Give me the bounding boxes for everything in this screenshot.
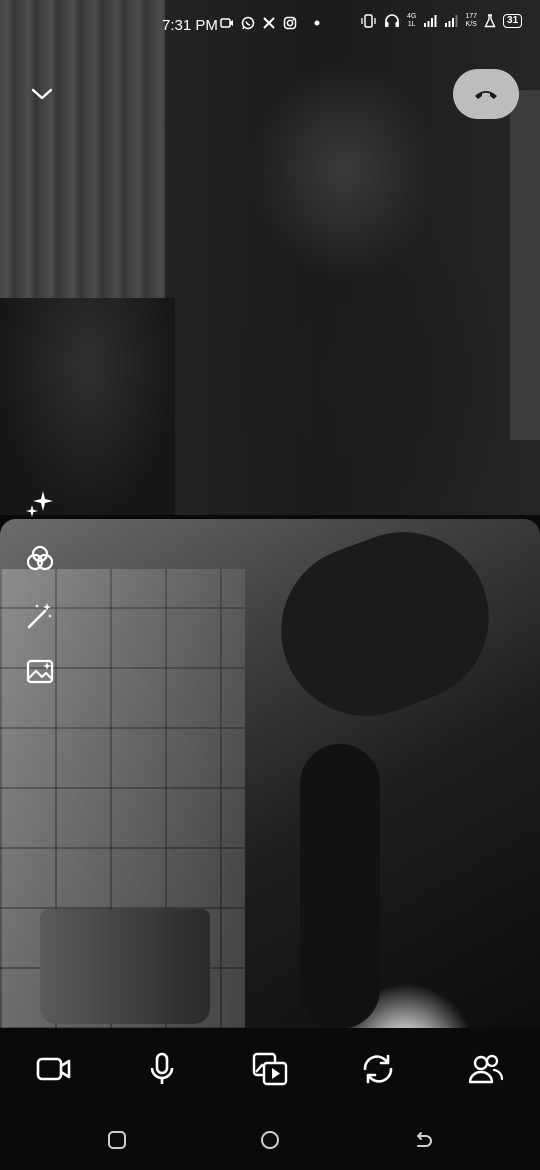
status-time: 7:31 PM bbox=[162, 17, 218, 34]
video-recorder-icon bbox=[220, 17, 234, 29]
mute-button[interactable] bbox=[137, 1044, 187, 1094]
system-navigation-bar bbox=[0, 1110, 540, 1170]
dot-icon bbox=[314, 20, 320, 26]
sofa-background bbox=[0, 298, 175, 515]
battery-icon: 31 bbox=[503, 14, 523, 28]
sparkles-icon bbox=[25, 488, 55, 518]
headphones-icon bbox=[384, 14, 400, 28]
network-type: 4G 1L bbox=[407, 13, 417, 28]
signal-icon bbox=[444, 15, 458, 27]
cooking-pot bbox=[40, 909, 210, 1024]
filters-icon bbox=[25, 544, 55, 574]
x-icon bbox=[262, 16, 276, 30]
filters-button[interactable] bbox=[22, 541, 58, 577]
share-media-button[interactable] bbox=[245, 1044, 295, 1094]
side-toolbar bbox=[22, 485, 58, 689]
home-button[interactable] bbox=[250, 1120, 290, 1160]
self-view-video-feed[interactable] bbox=[0, 519, 540, 1028]
collapse-call-button[interactable] bbox=[24, 78, 60, 110]
magic-wand-icon bbox=[25, 600, 55, 630]
status-bar: 7:31 PM 4G 1L 177 K/S 31 bbox=[0, 0, 540, 52]
camera-icon bbox=[36, 1054, 72, 1084]
vibrate-icon bbox=[361, 14, 377, 28]
home-icon bbox=[259, 1129, 281, 1151]
recents-button[interactable] bbox=[97, 1120, 137, 1160]
participants-button[interactable] bbox=[461, 1044, 511, 1094]
beautify-button[interactable] bbox=[22, 597, 58, 633]
phone-hangup-icon bbox=[473, 87, 499, 101]
network-speed: 177 K/S bbox=[465, 13, 478, 28]
arm-silhouette bbox=[257, 519, 513, 740]
switch-camera-button[interactable] bbox=[353, 1044, 403, 1094]
recents-icon bbox=[107, 1130, 127, 1150]
microphone-icon bbox=[147, 1052, 177, 1086]
effects-button[interactable] bbox=[22, 485, 58, 521]
camera-toggle-button[interactable] bbox=[29, 1044, 79, 1094]
media-share-icon bbox=[252, 1052, 288, 1086]
background-button[interactable] bbox=[22, 653, 58, 689]
status-system-icons: 4G 1L 177 K/S 31 bbox=[361, 13, 523, 29]
participants-icon bbox=[468, 1053, 504, 1085]
leg-silhouette bbox=[300, 744, 380, 1028]
instagram-icon bbox=[283, 16, 297, 30]
status-app-icons bbox=[220, 16, 320, 30]
call-control-bar bbox=[0, 1028, 540, 1110]
whatsapp-icon bbox=[241, 16, 255, 30]
back-icon bbox=[413, 1130, 433, 1150]
switch-camera-icon bbox=[360, 1052, 396, 1086]
end-call-button[interactable] bbox=[453, 69, 519, 119]
background-image-icon bbox=[25, 656, 55, 686]
signal-icon bbox=[423, 15, 437, 27]
flask-icon bbox=[484, 14, 496, 28]
wall-background bbox=[510, 90, 540, 440]
chevron-down-icon bbox=[30, 87, 54, 101]
back-button[interactable] bbox=[403, 1120, 443, 1160]
